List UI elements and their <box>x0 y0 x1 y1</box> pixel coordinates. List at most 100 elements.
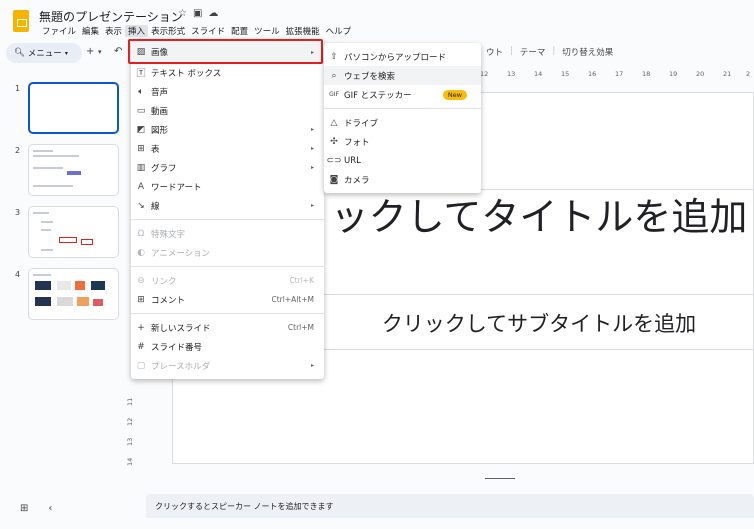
vertical-ruler: 11 12 13 14 <box>126 390 142 470</box>
title-placeholder[interactable]: ックしてタイトルを追加 <box>323 189 754 295</box>
insert-wordart-item[interactable]: A ワードアート <box>131 177 324 196</box>
upload-from-computer-item[interactable]: ⇧ パソコンからアップロード <box>324 47 481 66</box>
gif-stickers-item[interactable]: GIF GIF とステッカー New <box>324 85 481 104</box>
divider: | <box>510 46 513 56</box>
insert-textbox-item[interactable]: 🅃 テキスト ボックス <box>131 63 324 82</box>
ruler-tick: 14 <box>126 457 134 466</box>
slide-thumbnail-3[interactable] <box>28 206 119 258</box>
insert-special-chars-item[interactable]: Ω 特殊文字 <box>131 224 324 243</box>
thumb-image <box>75 281 85 290</box>
horizontal-ruler: 12 13 14 15 16 17 18 19 20 21 2 <box>480 70 754 82</box>
divider: | <box>552 46 556 56</box>
menu-item-label: 新しいスライド <box>151 323 211 334</box>
ruler-tick: 20 <box>696 70 705 78</box>
bottom-controls: ⊞ ‹ <box>20 503 52 514</box>
add-slide-icon[interactable]: + <box>86 46 94 57</box>
subtitle-placeholder[interactable]: クリックしてサブタイトルを追加 <box>323 298 754 350</box>
insert-placeholder-item[interactable]: ▢ プレースホルダ ▸ <box>131 356 324 375</box>
submenu-arrow-icon: ▸ <box>310 126 314 133</box>
menu-search-button[interactable]: 🔍︎ メニュー ▾ <box>6 43 82 63</box>
menu-divider <box>131 313 324 314</box>
insert-video-item[interactable]: ▭ 動画 <box>131 101 324 120</box>
insert-chart-item[interactable]: ▥ グラフ ▸ <box>131 158 324 177</box>
speaker-notes[interactable]: クリックするとスピーカー ノートを追加できます <box>146 494 754 518</box>
highlight-box <box>128 39 323 64</box>
thumb-text-line <box>41 229 51 231</box>
chart-icon: ▥ <box>136 162 146 173</box>
undo-icon[interactable]: ↶ <box>114 46 122 57</box>
menu-item-label: テキスト ボックス <box>151 68 222 79</box>
thumb-image <box>91 281 105 290</box>
menu-divider <box>131 266 324 267</box>
ruler-tick: 15 <box>561 70 570 78</box>
menu-item-label: リンク <box>151 276 177 287</box>
ruler-tick: 16 <box>588 70 597 78</box>
menu-help[interactable]: ヘルプ <box>323 25 355 37</box>
menu-slide[interactable]: スライド <box>188 25 228 37</box>
slide-thumbnail-2[interactable] <box>28 144 119 196</box>
slide-number: 1 <box>15 84 21 93</box>
menu-item-label: コメント <box>151 295 186 306</box>
menu-insert[interactable]: 挿入 <box>125 25 149 37</box>
theme-button[interactable]: テーマ <box>520 46 546 58</box>
link-icon: ⊖ <box>137 275 145 286</box>
thumb-shape <box>59 237 77 243</box>
menu-tools[interactable]: ツール <box>251 25 283 37</box>
animation-icon: ◐ <box>137 247 145 258</box>
menu-item-label: カメラ <box>344 175 370 186</box>
slide-number: 4 <box>15 270 21 279</box>
insert-slide-numbers-item[interactable]: # スライド番号 <box>131 337 324 356</box>
menu-file[interactable]: ファイル <box>39 25 79 37</box>
speaker-icon: 🔈︎ <box>138 86 144 97</box>
video-icon: ▭ <box>136 105 146 116</box>
ruler-tick: 11 <box>126 397 134 406</box>
search-web-item[interactable]: ⌕ ウェブを検索 <box>324 66 481 85</box>
menu-view[interactable]: 表示 <box>102 25 125 37</box>
thumb-image <box>35 297 51 306</box>
insert-comment-item[interactable]: ⊞ コメント Ctrl+Alt+M <box>131 290 324 309</box>
collapse-panel-icon[interactable]: ‹ <box>48 503 52 514</box>
subtitle-text: クリックしてサブタイトルを追加 <box>381 312 697 336</box>
insert-link-item[interactable]: ⊖ リンク Ctrl+K <box>131 271 324 290</box>
submenu-arrow-icon: ▸ <box>310 145 314 152</box>
drive-item[interactable]: △ ドライブ <box>324 113 481 132</box>
thumb-text-line <box>33 185 73 187</box>
insert-new-slide-item[interactable]: + 新しいスライド Ctrl+M <box>131 318 324 337</box>
move-folder-icon[interactable]: ▣ <box>193 8 202 19</box>
hash-icon: # <box>137 341 145 352</box>
layout-button[interactable]: ウト <box>486 46 503 58</box>
textbox-icon: 🅃 <box>136 69 146 79</box>
photos-item[interactable]: ✣ フォト <box>324 132 481 151</box>
chevron-down-icon: ▾ <box>64 49 68 57</box>
omega-icon: Ω <box>137 228 145 239</box>
slide-thumbnail-1[interactable] <box>28 82 119 134</box>
insert-shape-item[interactable]: ◩ 図形 ▸ <box>131 120 324 139</box>
thumb-text-line <box>33 212 49 214</box>
menu-item-label: 線 <box>151 201 160 212</box>
menu-arrange[interactable]: 配置 <box>228 25 251 37</box>
thumb-text-line <box>33 274 51 276</box>
slides-logo-icon[interactable] <box>13 10 29 32</box>
menu-edit[interactable]: 編集 <box>79 25 102 37</box>
cloud-status-icon[interactable]: ☁ <box>208 8 218 19</box>
camera-item[interactable]: ◙ カメラ <box>324 170 481 189</box>
notes-resize-handle[interactable] <box>485 478 515 479</box>
url-item[interactable]: ⊂⊃ URL <box>324 151 481 170</box>
insert-audio-item[interactable]: 🔈︎ 音声 <box>131 82 324 101</box>
ruler-tick: 12 <box>126 417 134 426</box>
app-header: 無題のプレゼンテーション ☆ ▣ ☁ ファイル 編集 表示 挿入 表示形式 スラ… <box>0 0 754 40</box>
add-slide-dropdown-icon[interactable]: ▾ <box>98 48 102 56</box>
menu-item-label: ウェブを検索 <box>344 71 396 82</box>
insert-table-item[interactable]: ⊞ 表 ▸ <box>131 139 324 158</box>
menu-format[interactable]: 表示形式 <box>148 25 188 37</box>
grid-view-icon[interactable]: ⊞ <box>20 503 28 514</box>
menu-item-label: ワードアート <box>151 182 202 193</box>
slide-thumbnail-4[interactable] <box>28 268 119 320</box>
search-icon: 🔍︎ <box>14 48 25 58</box>
insert-line-item[interactable]: ↘ 線 ▸ <box>131 196 324 215</box>
star-icon[interactable]: ☆ <box>178 8 187 19</box>
document-title[interactable]: 無題のプレゼンテーション <box>39 8 183 25</box>
transition-button[interactable]: 切り替え効果 <box>562 46 613 58</box>
menu-extensions[interactable]: 拡張機能 <box>283 25 323 37</box>
insert-animation-item[interactable]: ◐ アニメーション <box>131 243 324 262</box>
